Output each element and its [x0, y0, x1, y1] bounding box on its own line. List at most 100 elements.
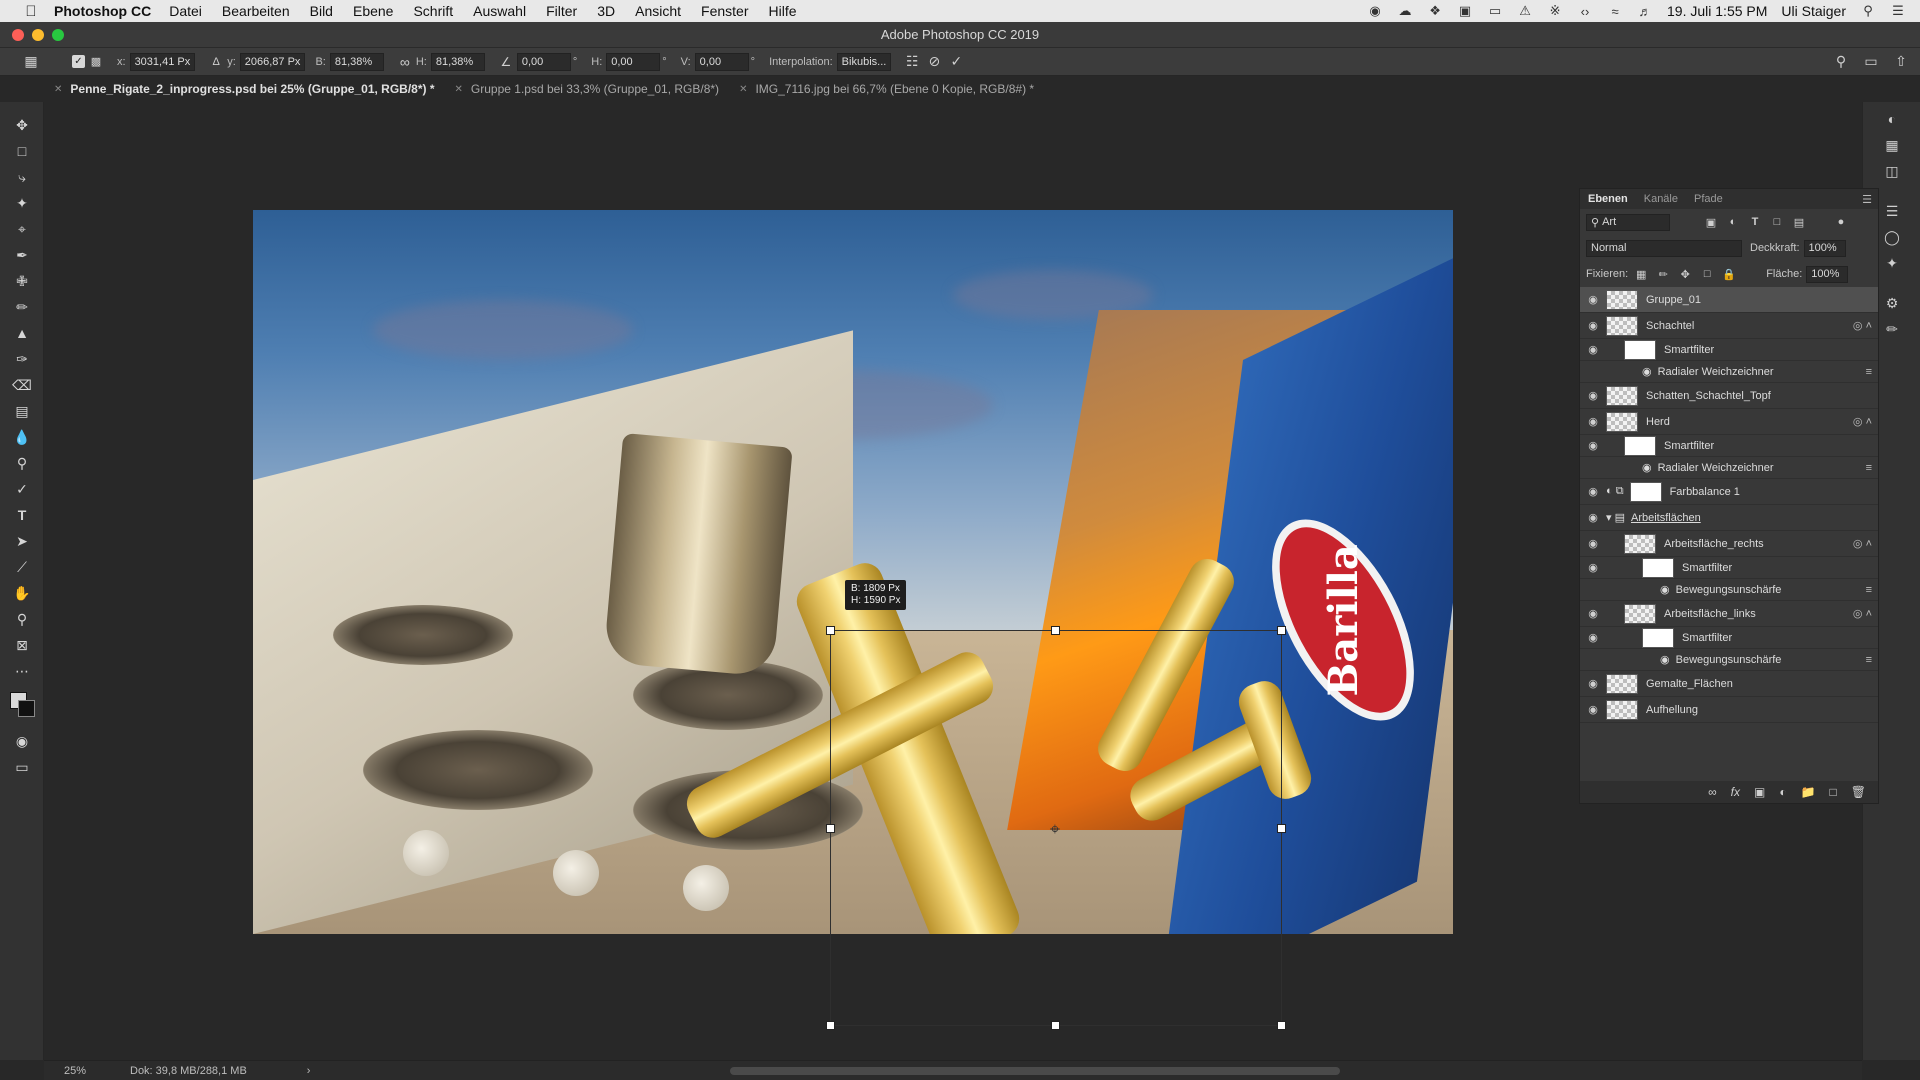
panel-menu-icon[interactable]: ☰ — [1862, 193, 1872, 206]
move-tool-preset-icon[interactable]: ▦ — [20, 52, 42, 72]
transform-handle-middle-left[interactable] — [826, 824, 835, 833]
pen-tool-icon[interactable]: ✓ — [0, 476, 44, 502]
height-percent-input[interactable]: 81,38% — [430, 52, 485, 71]
history-brush-tool-icon[interactable]: ✑ — [0, 346, 44, 372]
menu-bild[interactable]: Bild — [310, 3, 333, 19]
filter-blending-options-icon[interactable]: ≡ — [1866, 584, 1872, 596]
layer-thumbnail[interactable] — [1629, 481, 1662, 502]
opacity-input[interactable]: 100% — [1803, 239, 1846, 257]
layer-row[interactable]: ◉ Gemalte_Flächen — [1580, 671, 1878, 697]
layer-style-icon[interactable]: fx — [1731, 785, 1740, 799]
frame-tool-icon[interactable]: ⊠ — [0, 632, 44, 658]
layer-row[interactable]: ◉ Arbeitsfläche_links ◎ ˄ — [1580, 601, 1878, 627]
filter-blending-options-icon[interactable]: ≡ — [1866, 462, 1872, 474]
menu-hilfe[interactable]: Hilfe — [769, 3, 797, 19]
layer-visibility-eye-icon[interactable]: ◉ — [1580, 677, 1606, 690]
smart-object-badge-icon[interactable]: ◎ ˄ — [1853, 537, 1872, 550]
filter-blending-options-icon[interactable]: ≡ — [1866, 366, 1872, 378]
lock-pixels-icon[interactable]: ✏ — [1656, 267, 1670, 281]
transform-handle-top-right[interactable] — [1277, 626, 1286, 635]
layer-visibility-eye-icon[interactable]: ◉ — [1580, 703, 1606, 716]
filter-visibility-eye-icon[interactable]: ◉ — [1642, 365, 1652, 378]
layer-row[interactable]: ◉ Bewegungsunschärfe ≡ — [1580, 649, 1878, 671]
color-swatches[interactable] — [0, 684, 44, 728]
layer-thumbnail[interactable] — [1624, 603, 1656, 624]
warning-icon[interactable]: ⚠ — [1517, 3, 1533, 18]
layer-thumbnail[interactable] — [1642, 557, 1674, 578]
layer-visibility-eye-icon[interactable]: ◉ — [1580, 561, 1606, 574]
menubar-user[interactable]: Uli Staiger — [1781, 3, 1846, 19]
layer-visibility-eye-icon[interactable]: ◉ — [1580, 607, 1606, 620]
reference-point-toggle[interactable]: ✓ ▩ — [72, 52, 107, 72]
layer-thumbnail[interactable] — [1606, 411, 1638, 432]
menubar-clock[interactable]: 19. Juli 1:55 PM — [1667, 3, 1767, 19]
interpolation-select[interactable]: Bikubis... — [836, 52, 892, 71]
bluetooth-icon[interactable]: ※ — [1547, 3, 1563, 18]
status-menu-arrow-icon[interactable]: › — [307, 1065, 311, 1077]
layer-row[interactable]: ◉ Schachtel ◎ ˄ — [1580, 313, 1878, 339]
layer-row[interactable]: ◉ Schatten_Schachtel_Topf — [1580, 383, 1878, 409]
layer-row[interactable]: ◉ Aufhellung — [1580, 697, 1878, 723]
menu-datei[interactable]: Datei — [169, 3, 202, 19]
creative-cloud-icon[interactable]: ☁ — [1397, 3, 1413, 18]
document-tab-img[interactable]: ✕ IMG_7116.jpg bei 66,7% (Ebene 0 Kopie,… — [729, 77, 1044, 101]
layer-row[interactable]: ◉ Smartfilter — [1580, 557, 1878, 579]
minimize-window-button[interactable] — [32, 29, 44, 41]
filter-visibility-eye-icon[interactable]: ◉ — [1642, 461, 1652, 474]
magic-wand-tool-icon[interactable]: ✦ — [0, 190, 44, 216]
layer-thumbnail[interactable] — [1606, 315, 1638, 336]
menu-ansicht[interactable]: Ansicht — [635, 3, 681, 19]
layer-thumbnail[interactable] — [1624, 435, 1656, 456]
smart-object-badge-icon[interactable]: ◎ ˄ — [1853, 319, 1872, 332]
layer-visibility-eye-icon[interactable]: ◉ — [1580, 511, 1606, 524]
clone-stamp-tool-icon[interactable]: ▲ — [0, 320, 44, 346]
layer-thumbnail[interactable] — [1642, 627, 1674, 648]
shape-layer-filter-icon[interactable]: □ — [1770, 215, 1784, 229]
menu-schrift[interactable]: Schrift — [413, 3, 453, 19]
filter-toggle-icon[interactable]: ● — [1834, 215, 1848, 229]
record-icon[interactable]: ◉ — [1367, 3, 1383, 18]
display-icon[interactable]: ▭ — [1487, 3, 1503, 18]
horizontal-skew-input[interactable]: 0,00 — [606, 52, 661, 71]
eraser-tool-icon[interactable]: ⌫ — [0, 372, 44, 398]
layer-filter-select[interactable]: ⚲ Art — [1586, 213, 1670, 231]
layer-visibility-eye-icon[interactable]: ◉ — [1580, 389, 1606, 402]
workspace-icon[interactable]: ▭ — [1860, 52, 1882, 72]
transform-handle-bottom-right[interactable] — [1277, 1021, 1286, 1030]
vertical-skew-input[interactable]: 0,00 — [694, 52, 749, 71]
menu-3d[interactable]: 3D — [597, 3, 615, 19]
tab-pfade[interactable]: Pfade — [1686, 193, 1731, 205]
layer-visibility-eye-icon[interactable]: ◉ — [1580, 485, 1606, 498]
lock-position-icon[interactable]: ✥ — [1678, 267, 1692, 281]
document-tab-gruppe[interactable]: ✕ Gruppe 1.psd bei 33,3% (Gruppe_01, RGB… — [445, 77, 730, 101]
reference-point-checkbox[interactable]: ✓ — [72, 55, 85, 68]
hand-tool-icon[interactable]: ✋ — [0, 580, 44, 606]
layer-row[interactable]: ◉ ◐ ⧉ Farbbalance 1 — [1580, 479, 1878, 505]
warp-mode-icon[interactable]: ☷ — [901, 52, 923, 72]
gradient-tool-icon[interactable]: ▤ — [0, 398, 44, 424]
fill-input[interactable]: 100% — [1806, 265, 1849, 283]
blur-tool-icon[interactable]: 💧 — [0, 424, 44, 450]
lock-artboard-icon[interactable]: □ — [1700, 267, 1714, 281]
menu-auswahl[interactable]: Auswahl — [473, 3, 526, 19]
new-group-icon[interactable]: 📁 — [1801, 785, 1816, 799]
document-tab-penne[interactable]: ✕ Penne_Rigate_2_inprogress.psd bei 25% … — [44, 77, 445, 101]
new-layer-icon[interactable]: □ — [1830, 785, 1837, 799]
share-icon[interactable]: ⇧ — [1890, 52, 1912, 72]
quick-mask-icon[interactable]: ◉ — [0, 728, 44, 754]
adjustments-panel-icon[interactable]: ◫ — [1863, 158, 1920, 184]
transform-handle-bottom-left[interactable] — [826, 1021, 835, 1030]
link-layers-icon[interactable]: ∞ — [1708, 785, 1717, 799]
new-adjustment-layer-icon[interactable]: ◐ — [1779, 785, 1786, 799]
layer-visibility-eye-icon[interactable]: ◉ — [1580, 415, 1606, 428]
menu-ebene[interactable]: Ebene — [353, 3, 393, 19]
layer-visibility-eye-icon[interactable]: ◉ — [1580, 343, 1606, 356]
layer-visibility-eye-icon[interactable]: ◉ — [1580, 537, 1606, 550]
layer-thumbnail[interactable] — [1606, 699, 1638, 720]
y-position-input[interactable]: 2066,87 Px — [239, 52, 306, 71]
path-selection-tool-icon[interactable]: ➤ — [0, 528, 44, 554]
app-menu[interactable]: Photoshop CC — [54, 3, 151, 19]
x-position-input[interactable]: 3031,41 Px — [129, 52, 196, 71]
menu-bearbeiten[interactable]: Bearbeiten — [222, 3, 290, 19]
smart-object-badge-icon[interactable]: ◎ ˄ — [1853, 415, 1872, 428]
